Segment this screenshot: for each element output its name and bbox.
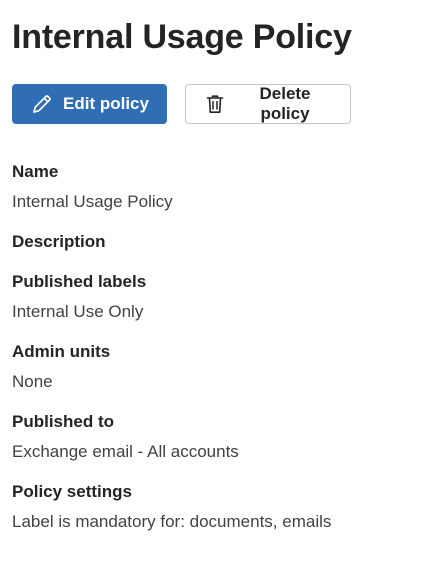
trash-icon bbox=[204, 93, 226, 115]
field-value: Internal Use Only bbox=[12, 302, 144, 321]
field-policy-settings: Policy settings Label is mandatory for: … bbox=[12, 480, 331, 534]
field-value: Label is mandatory for: documents, email… bbox=[12, 512, 332, 531]
field-value: None bbox=[12, 372, 53, 391]
field-value: Internal Usage Policy bbox=[12, 192, 173, 211]
edit-pencil-icon bbox=[31, 93, 53, 115]
page-title: Internal Usage Policy bbox=[12, 18, 352, 56]
delete-policy-button[interactable]: Delete policy bbox=[185, 84, 351, 124]
field-label: Published labels bbox=[12, 272, 147, 291]
field-published-to: Published to Exchange email - All accoun… bbox=[12, 410, 239, 464]
edit-policy-label: Edit policy bbox=[63, 94, 149, 113]
field-label: Name bbox=[12, 162, 59, 181]
field-admin-units: Admin units None bbox=[12, 340, 110, 394]
field-label: Published to bbox=[12, 412, 114, 431]
field-description: Description bbox=[12, 230, 106, 254]
delete-policy-label: Delete policy bbox=[259, 84, 311, 123]
field-label: Admin units bbox=[12, 342, 111, 361]
field-name: Name Internal Usage Policy bbox=[12, 160, 173, 214]
field-published-labels: Published labels Internal Use Only bbox=[12, 270, 146, 324]
field-label: Policy settings bbox=[12, 482, 132, 501]
action-bar: Edit policy Delete policy bbox=[12, 84, 351, 124]
field-label: Description bbox=[12, 232, 106, 251]
field-value: Exchange email - All accounts bbox=[12, 442, 239, 461]
edit-policy-button[interactable]: Edit policy bbox=[12, 84, 167, 124]
